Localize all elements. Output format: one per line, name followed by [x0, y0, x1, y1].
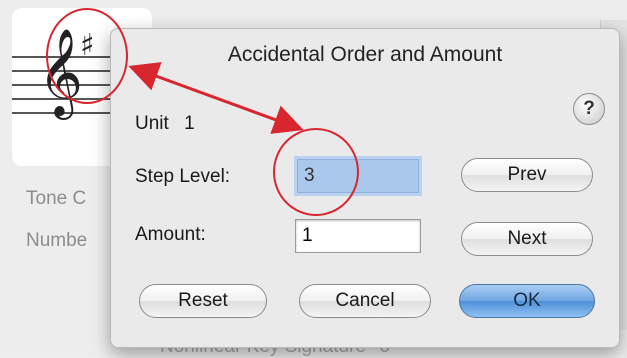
amount-label: Amount:: [135, 224, 206, 245]
reset-button[interactable]: Reset: [139, 284, 267, 318]
ok-button[interactable]: OK: [459, 284, 595, 318]
next-button[interactable]: Next: [461, 222, 593, 256]
unit-label: Unit: [135, 113, 169, 134]
annotation-circle-step-level: [273, 128, 359, 216]
background-label-tone: Tone C: [26, 188, 87, 209]
accidental-order-dialog: Accidental Order and Amount ? Unit 1 Ste…: [110, 28, 620, 348]
annotation-circle-sharp: [46, 8, 128, 104]
unit-value: 1: [184, 113, 195, 134]
background-label-number: Numbe: [26, 230, 88, 251]
cancel-button[interactable]: Cancel: [299, 284, 431, 318]
dialog-title: Accidental Order and Amount: [227, 43, 503, 66]
prev-button[interactable]: Prev: [461, 158, 593, 192]
help-button[interactable]: ?: [573, 93, 605, 125]
amount-field[interactable]: [295, 219, 421, 253]
step-level-label: Step Level:: [135, 166, 231, 187]
unit-row: Unit 1: [135, 113, 195, 135]
